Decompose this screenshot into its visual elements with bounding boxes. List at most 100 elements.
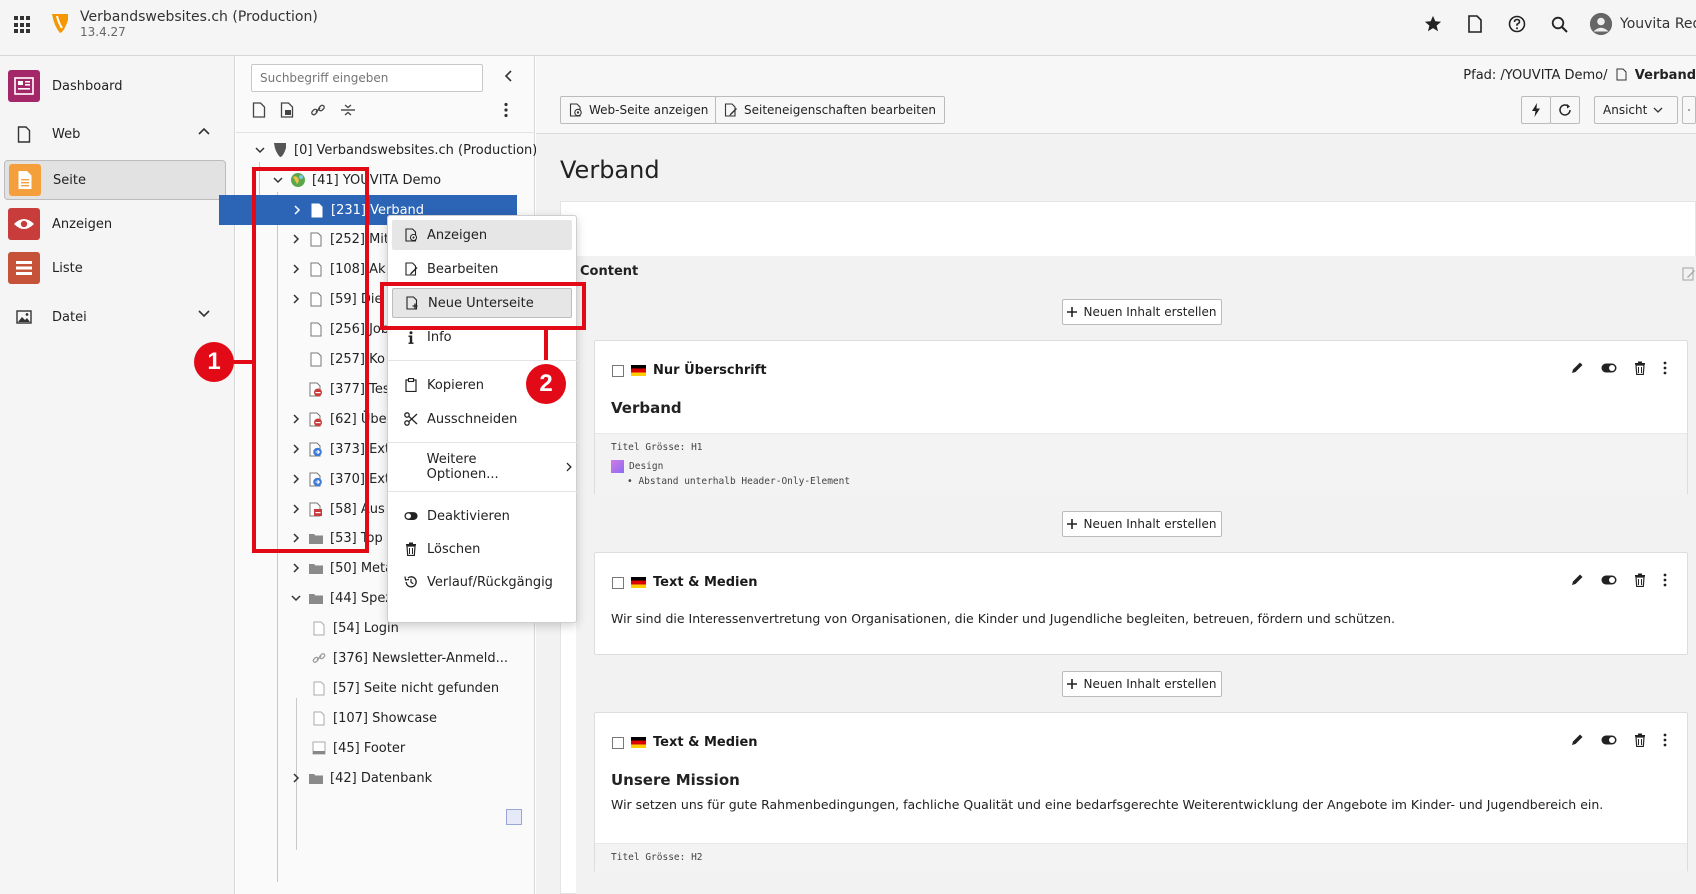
trash-icon [404,542,418,556]
pencil-icon[interactable] [1570,733,1584,747]
reload-button[interactable] [1550,96,1580,124]
new-page-special-icon[interactable] [280,102,296,118]
more-vertical-icon[interactable] [1663,573,1667,587]
module-web[interactable]: Web [4,114,226,154]
chevron-down-icon[interactable] [198,310,210,318]
view-dropdown[interactable]: Ansicht [1594,96,1678,124]
menu-item-anzeigen[interactable]: Anzeigen [392,220,572,250]
view-webpage-button[interactable]: Web-Seite anzeigen [560,96,718,124]
share-icon [1688,109,1690,111]
module-seite[interactable]: Seite [4,160,226,200]
tree-node[interactable]: [45] Footer [307,733,405,763]
menu-item-label: Kopieren [427,377,484,393]
page-icon [311,620,327,636]
german-flag-icon [631,577,646,588]
edit-page-icon [724,103,737,117]
module-liste[interactable]: Liste [4,248,226,288]
module-label: Liste [52,260,83,276]
user-name: Youvita Red [1620,16,1696,32]
tree-more-icon[interactable] [504,102,508,118]
image-file-icon [8,301,40,333]
module-anzeigen[interactable]: Anzeigen [4,204,226,244]
help-icon[interactable] [1506,13,1528,35]
lightning-icon [1532,103,1540,117]
new-content-button[interactable]: Neuen Inhalt erstellen [1062,671,1222,697]
toggle-icon[interactable] [1601,363,1617,373]
chevron-right-icon[interactable] [288,563,304,573]
breadcrumb: Pfad: /YOUVITA Demo/ Verband [1463,68,1696,83]
scissors-icon [404,412,418,426]
menu-item-label: Deaktivieren [427,508,510,524]
content-element-title: Unsere Mission [611,771,740,789]
search-icon[interactable] [1548,13,1570,35]
toggle-icon[interactable] [1601,735,1617,745]
trash-icon[interactable] [1634,573,1646,587]
collapse-tree-icon[interactable] [504,70,514,82]
content-element[interactable]: Nur Überschrift Verband Titel Grösse: H1… [594,340,1688,495]
menu-item-verlauf[interactable]: Verlauf/Rückgängig [392,567,572,597]
chevron-right-icon[interactable] [288,773,304,783]
folder-icon [308,770,324,786]
app-menu-icon[interactable] [14,16,32,34]
toggle-icon[interactable] [1601,575,1617,585]
tree-node[interactable]: [107] Showcase [307,703,437,733]
menu-item-loeschen[interactable]: Löschen [392,534,572,564]
tree-search-input[interactable] [251,64,483,92]
user-menu[interactable]: Youvita Red [1590,13,1696,35]
info-icon [404,330,418,344]
module-menu: Dashboard Web Seite Anzeigen Liste Datei [0,56,235,894]
top-bar: Verbandswebsites.ch (Production) 13.4.27… [0,0,1696,56]
menu-separator [388,491,578,492]
chevron-down-icon[interactable] [252,146,268,154]
toolbar-icons: Youvita Red [1422,13,1696,35]
title-size-info: Titel Grösse: H1 [611,442,703,453]
pencil-icon[interactable] [1570,573,1584,587]
german-flag-icon [631,365,646,376]
view-page-icon [569,103,582,117]
pencil-icon[interactable] [1570,361,1584,375]
more-vertical-icon[interactable] [1663,733,1667,747]
edit-page-icon [404,262,418,276]
tree-node[interactable]: [57] Seite nicht gefunden [307,673,499,703]
share-button[interactable] [1682,96,1696,124]
menu-separator [388,442,578,443]
menu-item-deaktivieren[interactable]: Deaktivieren [392,501,572,531]
module-dashboard[interactable]: Dashboard [4,66,226,106]
content-element-header: Nur Überschrift [612,363,767,378]
bookmark-star-icon[interactable] [1422,13,1444,35]
divider-icon[interactable] [340,102,356,118]
tree-node[interactable]: [50] Meta [288,553,393,583]
new-content-button[interactable]: Neuen Inhalt erstellen [1062,511,1222,537]
menu-item-label: Verlauf/Rückgängig [427,574,553,590]
new-page-icon[interactable] [252,102,266,118]
chevron-up-icon[interactable] [198,127,210,135]
edit-page-properties-button[interactable]: Seiteneigenschaften bearbeiten [715,96,945,124]
breadcrumb-current[interactable]: Verband [1635,68,1696,83]
content-type-label: Text & Medien [653,735,758,750]
new-content-button[interactable]: Neuen Inhalt erstellen [1062,299,1222,325]
link-icon[interactable] [310,102,326,118]
more-vertical-icon[interactable] [1663,361,1667,375]
menu-item-weitere-optionen[interactable]: Weitere Optionen... [392,452,572,482]
menu-item-bearbeiten[interactable]: Bearbeiten [392,254,572,284]
module-label: Seite [53,172,86,188]
trash-icon[interactable] [1634,733,1646,747]
module-datei[interactable]: Datei [4,297,226,337]
page-icon [311,680,327,696]
module-label: Web [52,126,81,142]
tree-node[interactable]: [376] Newsletter-Anmeld... [307,643,508,673]
chevron-down-icon[interactable] [288,594,304,602]
trash-icon[interactable] [1634,361,1646,375]
menu-item-label: Weitere Optionen... [426,452,499,482]
tree-node[interactable]: [42] Datenbank [288,763,432,793]
tree-node-root[interactable]: [0] Verbandswebsites.ch (Production) [252,135,537,165]
content-element[interactable]: Text & Medien Unsere Mission Wir setzen … [594,712,1688,872]
content-element[interactable]: Text & Medien Wir sind die Interessenver… [594,552,1688,655]
menu-item-ausschneiden[interactable]: Ausschneiden [392,404,572,434]
context-menu: Anzeigen Bearbeiten Neue Unterseite Info… [387,215,578,623]
edit-column-icon[interactable] [1682,267,1696,281]
tree-node[interactable]: [54] Login [307,613,399,643]
content-preview-icon [506,809,522,825]
document-icon[interactable] [1464,13,1486,35]
clear-cache-button[interactable] [1521,96,1551,124]
